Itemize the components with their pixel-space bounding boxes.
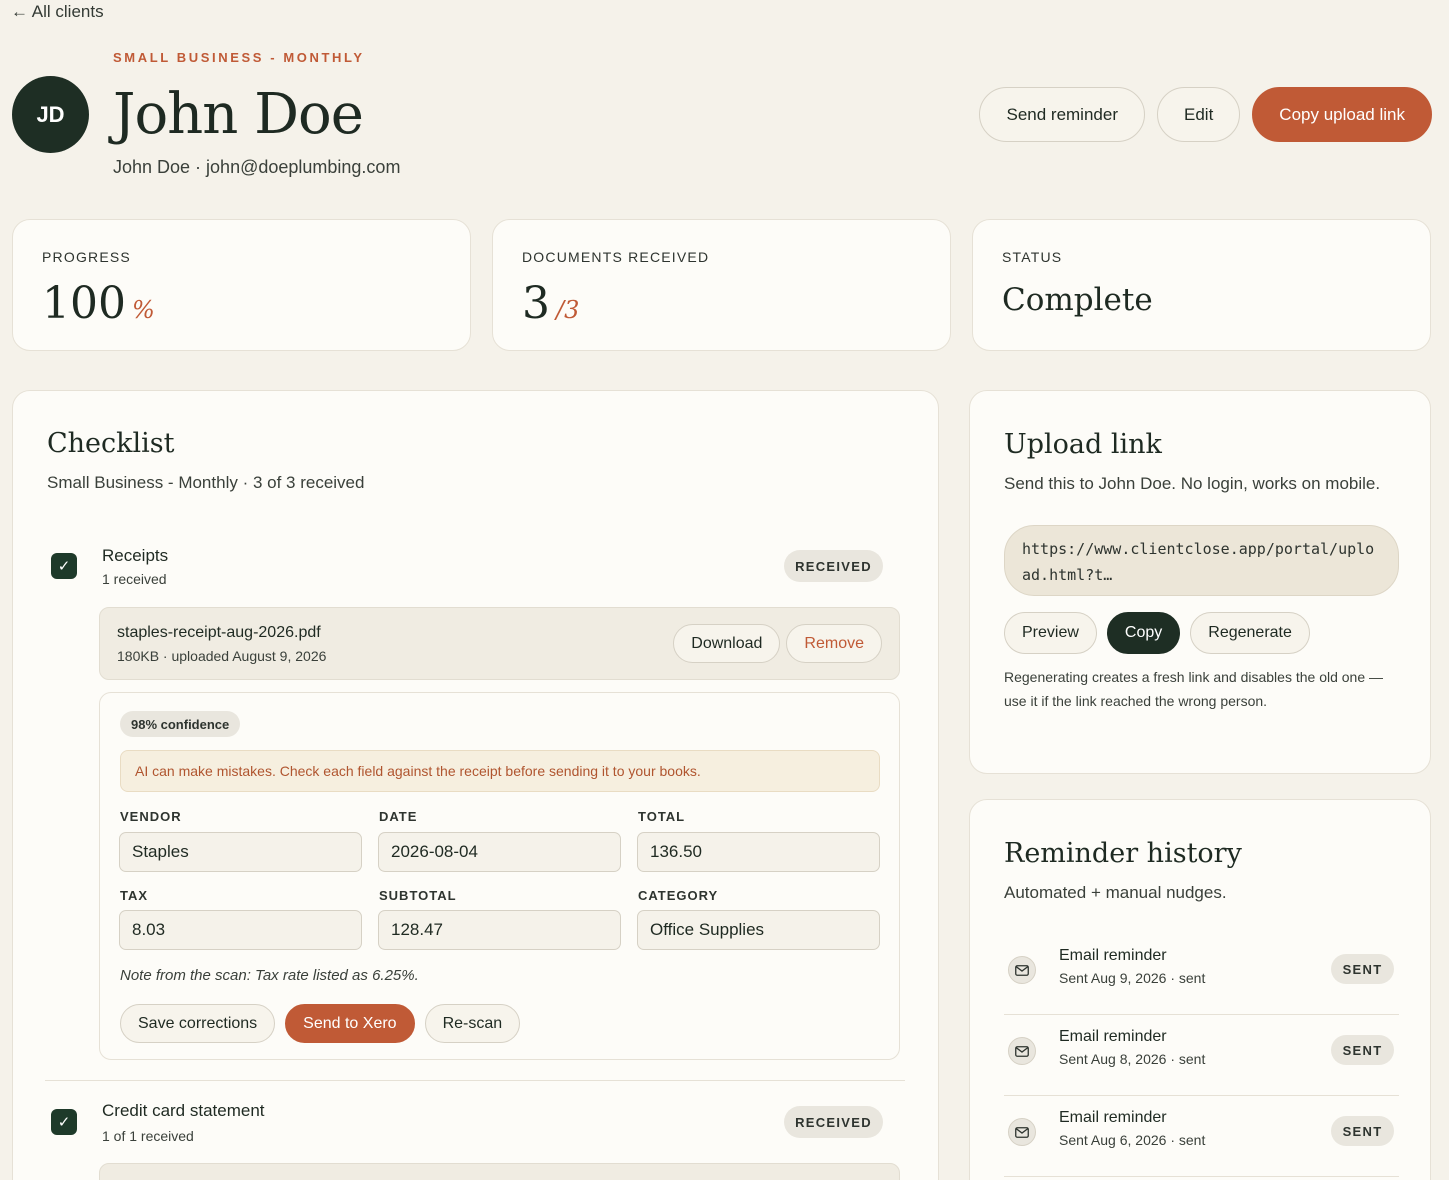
status-value: Complete (1002, 282, 1153, 318)
link-actions: Preview Copy Regenerate (1004, 612, 1310, 654)
upload-link-subtitle: Send this to John Doe. No login, works o… (1004, 474, 1381, 493)
mail-icon (1008, 1118, 1036, 1146)
vendor-field[interactable]: Staples (119, 832, 362, 872)
tax-label: TAX (120, 888, 149, 903)
file-row: staples-receipt-aug-2026.pdf 180KB · upl… (99, 607, 900, 680)
date-label: DATE (379, 809, 418, 824)
item-title-credit-card: Credit card statement (102, 1101, 265, 1120)
save-corrections-button[interactable]: Save corrections (120, 1004, 276, 1043)
documents-value: 3/3 (522, 278, 579, 329)
avatar: JD (12, 76, 89, 153)
credit-card-check-icon[interactable]: ✓ (51, 1109, 77, 1135)
checklist-subtitle: Small Business - Monthly · 3 of 3 receiv… (47, 473, 365, 492)
status-badge: SENT (1331, 954, 1394, 984)
preview-button[interactable]: Preview (1004, 612, 1097, 654)
upload-link-title: Upload link (1004, 429, 1162, 460)
file-name: staples-receipt-aug-2026.pdf (117, 624, 321, 641)
list-item: Email reminder Sent Aug 6, 2026 · sent S… (1004, 1096, 1399, 1177)
regenerate-button[interactable]: Regenerate (1190, 612, 1310, 654)
rescan-button[interactable]: Re-scan (424, 1004, 521, 1043)
reminder-title: Email reminder (1059, 1028, 1167, 1045)
credit-card-file-row (99, 1163, 900, 1180)
subtotal-label: SUBTOTAL (379, 888, 457, 903)
scan-actions: Save corrections Send to Xero Re-scan (120, 1004, 521, 1043)
documents-number: 3 (522, 278, 550, 329)
send-to-xero-button[interactable]: Send to Xero (285, 1004, 415, 1043)
vendor-label: VENDOR (120, 809, 182, 824)
page-title: John Doe (113, 82, 364, 147)
status-badge: SENT (1331, 1035, 1394, 1065)
reminder-sub: Sent Aug 8, 2026 · sent (1059, 1051, 1206, 1067)
file-actions: Download Remove (673, 624, 882, 663)
reminder-sub: Sent Aug 9, 2026 · sent (1059, 970, 1206, 986)
confidence-badge: 98% confidence (120, 711, 241, 737)
progress-label: PROGRESS (42, 249, 131, 265)
scan-note: Note from the scan: Tax rate listed as 6… (120, 967, 419, 984)
copy-button[interactable]: Copy (1106, 612, 1181, 654)
status-badge: RECEIVED (784, 1106, 883, 1138)
documents-card: DOCUMENTS RECEIVED 3/3 (492, 219, 951, 351)
header-actions: Send reminder Edit Copy upload link (979, 87, 1432, 142)
upload-link-card: Upload link Send this to John Doe. No lo… (969, 390, 1431, 774)
mail-icon (1008, 1037, 1036, 1065)
reminder-history-card: Reminder history Automated + manual nudg… (969, 799, 1431, 1180)
list-item: Email reminder Sent Aug 8, 2026 · sent S… (1004, 1015, 1399, 1096)
subtotal-field[interactable]: 128.47 (378, 910, 621, 950)
documents-label: DOCUMENTS RECEIVED (522, 249, 710, 265)
status-card: STATUS Complete (972, 219, 1431, 351)
documents-total: /3 (556, 296, 580, 324)
status-badge: SENT (1331, 1116, 1394, 1146)
remove-button[interactable]: Remove (786, 624, 882, 663)
item-sub-credit-card: 1 of 1 received (102, 1128, 194, 1144)
send-reminder-button[interactable]: Send reminder (979, 87, 1145, 142)
scan-results-panel: 98% confidence AI can make mistakes. Che… (99, 692, 900, 1060)
ai-warning: AI can make mistakes. Check each field a… (120, 750, 880, 792)
checklist-divider (45, 1080, 905, 1081)
divider (1004, 1176, 1399, 1177)
mail-icon (1008, 956, 1036, 984)
status-badge: RECEIVED (784, 550, 883, 582)
tax-field[interactable]: 8.03 (119, 910, 362, 950)
item-sub-receipts: 1 received (102, 571, 167, 587)
checklist-title: Checklist (47, 428, 175, 459)
client-plan-eyebrow: SMALL BUSINESS - MONTHLY (113, 50, 365, 65)
category-label: CATEGORY (638, 888, 719, 903)
reminder-title: Email reminder (1059, 1109, 1167, 1126)
copy-upload-link-button[interactable]: Copy upload link (1252, 87, 1432, 142)
item-title-receipts: Receipts (102, 546, 169, 565)
progress-unit: % (131, 296, 155, 324)
file-meta: 180KB · uploaded August 9, 2026 (117, 648, 327, 664)
progress-value: 100% (42, 278, 155, 329)
download-button[interactable]: Download (673, 624, 781, 663)
status-label: STATUS (1002, 249, 1063, 265)
edit-button[interactable]: Edit (1157, 87, 1241, 142)
reminder-sub: Sent Aug 6, 2026 · sent (1059, 1132, 1206, 1148)
progress-number: 100 (42, 278, 126, 329)
list-item: Email reminder Sent Aug 9, 2026 · sent S… (1004, 934, 1399, 1015)
total-field[interactable]: 136.50 (637, 832, 880, 872)
client-contact: John Doe · john@doeplumbing.com (113, 157, 401, 177)
receipts-check-icon[interactable]: ✓ (51, 553, 77, 579)
category-field[interactable]: Office Supplies (637, 910, 880, 950)
regenerate-note: Regenerating creates a fresh link and di… (1004, 669, 1384, 709)
progress-card: PROGRESS 100% (12, 219, 471, 351)
upload-url[interactable]: https://www.clientclose.app/portal/uploa… (1004, 525, 1399, 596)
reminder-history-subtitle: Automated + manual nudges. (1004, 883, 1227, 902)
reminder-history-title: Reminder history (1004, 838, 1242, 869)
all-clients-link[interactable]: ← All clients (11, 2, 104, 22)
date-field[interactable]: 2026-08-04 (378, 832, 621, 872)
total-label: TOTAL (638, 809, 686, 824)
reminder-title: Email reminder (1059, 947, 1167, 964)
